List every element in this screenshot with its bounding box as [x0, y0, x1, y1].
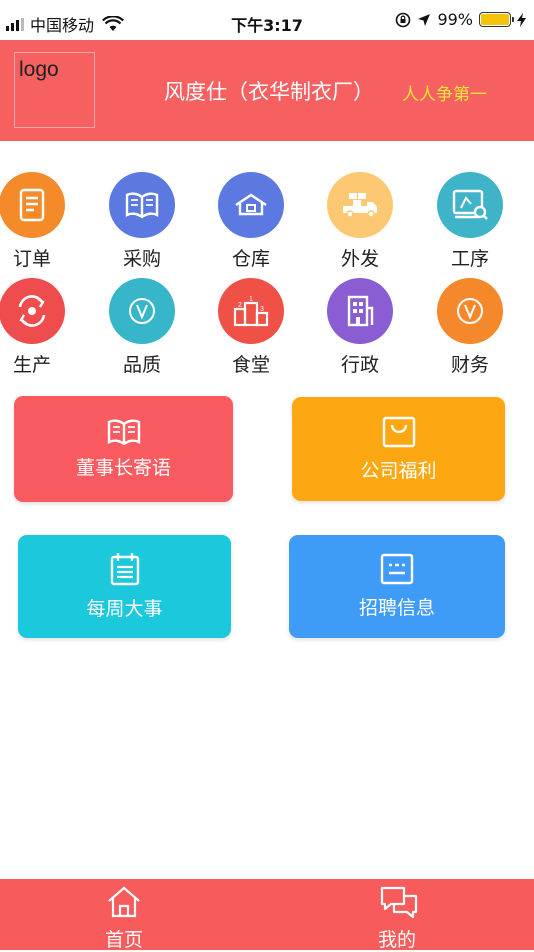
menu-label-order: 订单: [12, 248, 51, 270]
charging-icon: [517, 12, 526, 27]
menu-label-finance: 财务: [450, 354, 489, 376]
shopping-bag-icon: [382, 416, 415, 447]
menu-label-purchase: 采购: [122, 248, 161, 270]
menu-item-production[interactable]: 生产: [0, 278, 87, 376]
menu-label-canteen: 食堂: [231, 354, 270, 376]
svg-text:3: 3: [260, 306, 264, 313]
finance-check-icon: [437, 278, 503, 344]
menu-item-finance[interactable]: 财务: [415, 278, 525, 376]
menu-item-canteen[interactable]: 12 3 食堂: [196, 278, 306, 376]
card-label-recruitment-info: 招聘信息: [358, 597, 435, 619]
svg-text:1: 1: [249, 296, 253, 303]
card-chairman-message[interactable]: 董事长寄语: [14, 396, 233, 502]
calendar-icon: [110, 553, 139, 586]
status-bar: 中国移动 下午3:17 99%: [0, 0, 534, 40]
quality-check-icon: [109, 278, 175, 344]
card-weekly-events[interactable]: 每周大事: [18, 535, 231, 638]
logo-text: logo: [19, 58, 59, 81]
menu-item-outsourcing[interactable]: 外发: [305, 172, 415, 270]
card-label-weekly-events: 每周大事: [86, 598, 163, 620]
document-icon: [0, 172, 65, 238]
tab-mine[interactable]: 我的: [337, 879, 457, 951]
location-arrow-icon: [418, 13, 431, 26]
notice-board-icon: [380, 553, 414, 585]
warehouse-icon: [218, 172, 284, 238]
menu-item-purchase[interactable]: 采购: [87, 172, 197, 270]
tab-home[interactable]: 首页: [64, 879, 184, 951]
card-label-chairman-message: 董事长寄语: [75, 456, 171, 479]
menu-label-outsourcing: 外发: [340, 248, 379, 270]
logo: logo: [14, 52, 95, 128]
home-icon: [108, 886, 140, 918]
bottom-tab-bar: 首页 我的: [0, 879, 534, 951]
menu-item-admin[interactable]: 行政: [305, 278, 415, 376]
menu-label-process: 工序: [450, 248, 489, 270]
rotation-lock-icon: [396, 12, 411, 27]
menu-item-order[interactable]: 订单: [0, 172, 87, 270]
card-recruitment-info[interactable]: 招聘信息: [289, 535, 505, 638]
tab-home-label: 首页: [104, 929, 143, 951]
tab-mine-label: 我的: [377, 929, 416, 951]
canteen-podium-icon: 12 3: [218, 278, 284, 344]
menu-label-quality: 品质: [122, 354, 161, 376]
delivery-truck-icon: [327, 172, 393, 238]
svg-text:2: 2: [238, 302, 242, 309]
menu-item-warehouse[interactable]: 仓库: [196, 172, 306, 270]
chat-bubbles-icon: [380, 886, 418, 919]
menu-label-admin: 行政: [340, 354, 379, 376]
menu-item-quality[interactable]: 品质: [87, 278, 197, 376]
header-banner: logo 风度仕（衣华制衣厂） 人人争第一: [0, 40, 534, 141]
menu-item-process[interactable]: 工序: [415, 172, 525, 270]
menu-label-production: 生产: [12, 354, 51, 376]
card-label-company-welfare: 公司福利: [360, 459, 437, 482]
battery-icon: [479, 12, 514, 27]
card-company-welfare[interactable]: 公司福利: [292, 397, 505, 501]
battery-percent: 99%: [437, 10, 473, 29]
menu-label-warehouse: 仓库: [231, 248, 270, 270]
book-icon: [109, 172, 175, 238]
open-book-icon: [107, 418, 140, 445]
office-building-icon: [327, 278, 393, 344]
process-monitor-icon: [437, 172, 503, 238]
company-name: 风度仕（衣华制衣厂）: [164, 80, 374, 104]
slogan: 人人争第一: [402, 85, 487, 105]
production-cycle-icon: [0, 278, 65, 344]
